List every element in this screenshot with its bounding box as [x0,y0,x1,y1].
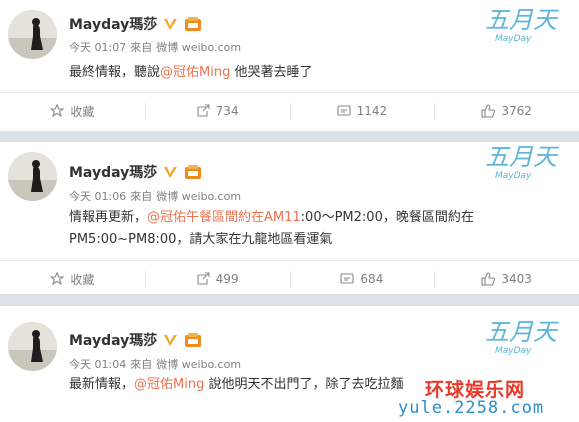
post-text: 最終情報，聽說@冠佑Ming 他哭著去睡了 [69,62,549,84]
post-meta: 今天 01:07 來自 微博 weibo.com [69,39,245,55]
post-time[interactable]: 今天 01:04 [69,358,126,371]
brand-logo: 五月天 MayDay [485,143,560,181]
author-name[interactable]: Mayday瑪莎 [69,162,157,182]
repost-icon [197,104,210,117]
brand-logo: 五月天 MayDay [485,6,560,44]
source-prefix: 來自 [130,41,153,54]
like-count: 3762 [501,104,532,118]
like-button[interactable]: 3762 [434,93,579,129]
comment-icon [337,105,351,116]
avatar[interactable] [8,322,57,371]
verified-icon [164,334,178,346]
mention-link[interactable]: @冠佑Ming [134,377,204,392]
brand-logo: 五月天 MayDay [485,318,560,356]
svg-text:MayDay: MayDay [495,34,532,44]
svg-text:MayDay: MayDay [495,346,532,356]
post-source[interactable]: 微博 weibo.com [156,190,241,203]
brand-logo-text: 五月天 [485,6,560,34]
post-meta: 今天 01:04 來自 微博 weibo.com [69,356,245,372]
post-source[interactable]: 微博 weibo.com [156,358,241,371]
verified-icon [164,166,178,178]
favorite-button[interactable]: 收藏 [0,261,145,297]
repost-icon [197,272,210,285]
post-text-part: 情報再更新， [69,210,148,225]
post-time[interactable]: 今天 01:07 [69,41,126,54]
repost-button[interactable]: 499 [144,261,290,297]
repost-button[interactable]: 734 [144,93,290,129]
post-source[interactable]: 微博 weibo.com [156,41,241,54]
member-badge-icon[interactable] [184,16,202,32]
source-prefix: 來自 [130,190,153,203]
comment-count: 684 [360,272,384,286]
source-prefix: 來自 [130,358,153,371]
favorite-button[interactable]: 收藏 [0,93,145,129]
post-text-part: 最新情報， [69,377,135,392]
brand-logo-text: 五月天 [485,143,560,171]
favorite-label: 收藏 [70,272,95,287]
author-row: Mayday瑪莎 [69,14,202,34]
like-button[interactable]: 3403 [434,261,579,297]
action-bar: 收藏 499 684 3403 [0,260,579,297]
svg-text:MayDay: MayDay [495,171,532,181]
avatar[interactable] [8,152,57,201]
post-text: 情報再更新，@冠佑午餐區間約在AM11:00～PM2:00，晚餐區間約在PM5:… [69,207,509,251]
favorite-icon [50,272,65,286]
like-icon [481,104,496,118]
author-row: Mayday瑪莎 [69,162,202,182]
action-bar: 收藏 734 1142 3762 [0,92,579,129]
post-text-part: 他哭著去睡了 [230,65,313,80]
mention-link[interactable]: @冠佑Ming [160,65,230,80]
member-badge-icon[interactable] [184,164,202,180]
post-text-part: 說他明天不出門了，除了去吃拉麵 [204,377,404,392]
mention-link[interactable]: @冠佑午餐區間約在AM11 [147,210,301,225]
repost-count: 499 [215,272,239,286]
post-card: Mayday瑪莎 今天 01:06 來自 微博 weibo.com 情報再更新，@冠… [0,142,579,294]
post-meta: 今天 01:06 來自 微博 weibo.com [69,188,245,204]
comment-button[interactable]: 684 [289,261,435,297]
favorite-icon [50,104,65,118]
post-text: 最新情報，@冠佑Ming 說他明天不出門了，除了去吃拉麵 [69,374,429,396]
comment-count: 1142 [356,104,388,118]
avatar[interactable] [8,10,57,59]
like-count: 3403 [501,272,532,286]
post-time[interactable]: 今天 01:06 [69,190,126,203]
watermark-url: yule.2258.com [398,398,545,418]
author-name[interactable]: Mayday瑪莎 [69,14,157,34]
author-name[interactable]: Mayday瑪莎 [69,330,157,350]
repost-count: 734 [215,104,239,118]
brand-logo-text: 五月天 [485,318,560,346]
post-card: Mayday瑪莎 今天 01:07 來自 微博 weibo.com 最終情報，聽說@… [0,0,579,131]
favorite-label: 收藏 [70,104,95,119]
like-icon [481,272,496,286]
verified-icon [164,18,178,30]
post-text-part: 最終情報，聽說 [69,65,161,80]
member-badge-icon[interactable] [184,332,202,348]
author-row: Mayday瑪莎 [69,330,202,350]
comment-icon [340,273,354,284]
comment-button[interactable]: 1142 [289,93,435,129]
